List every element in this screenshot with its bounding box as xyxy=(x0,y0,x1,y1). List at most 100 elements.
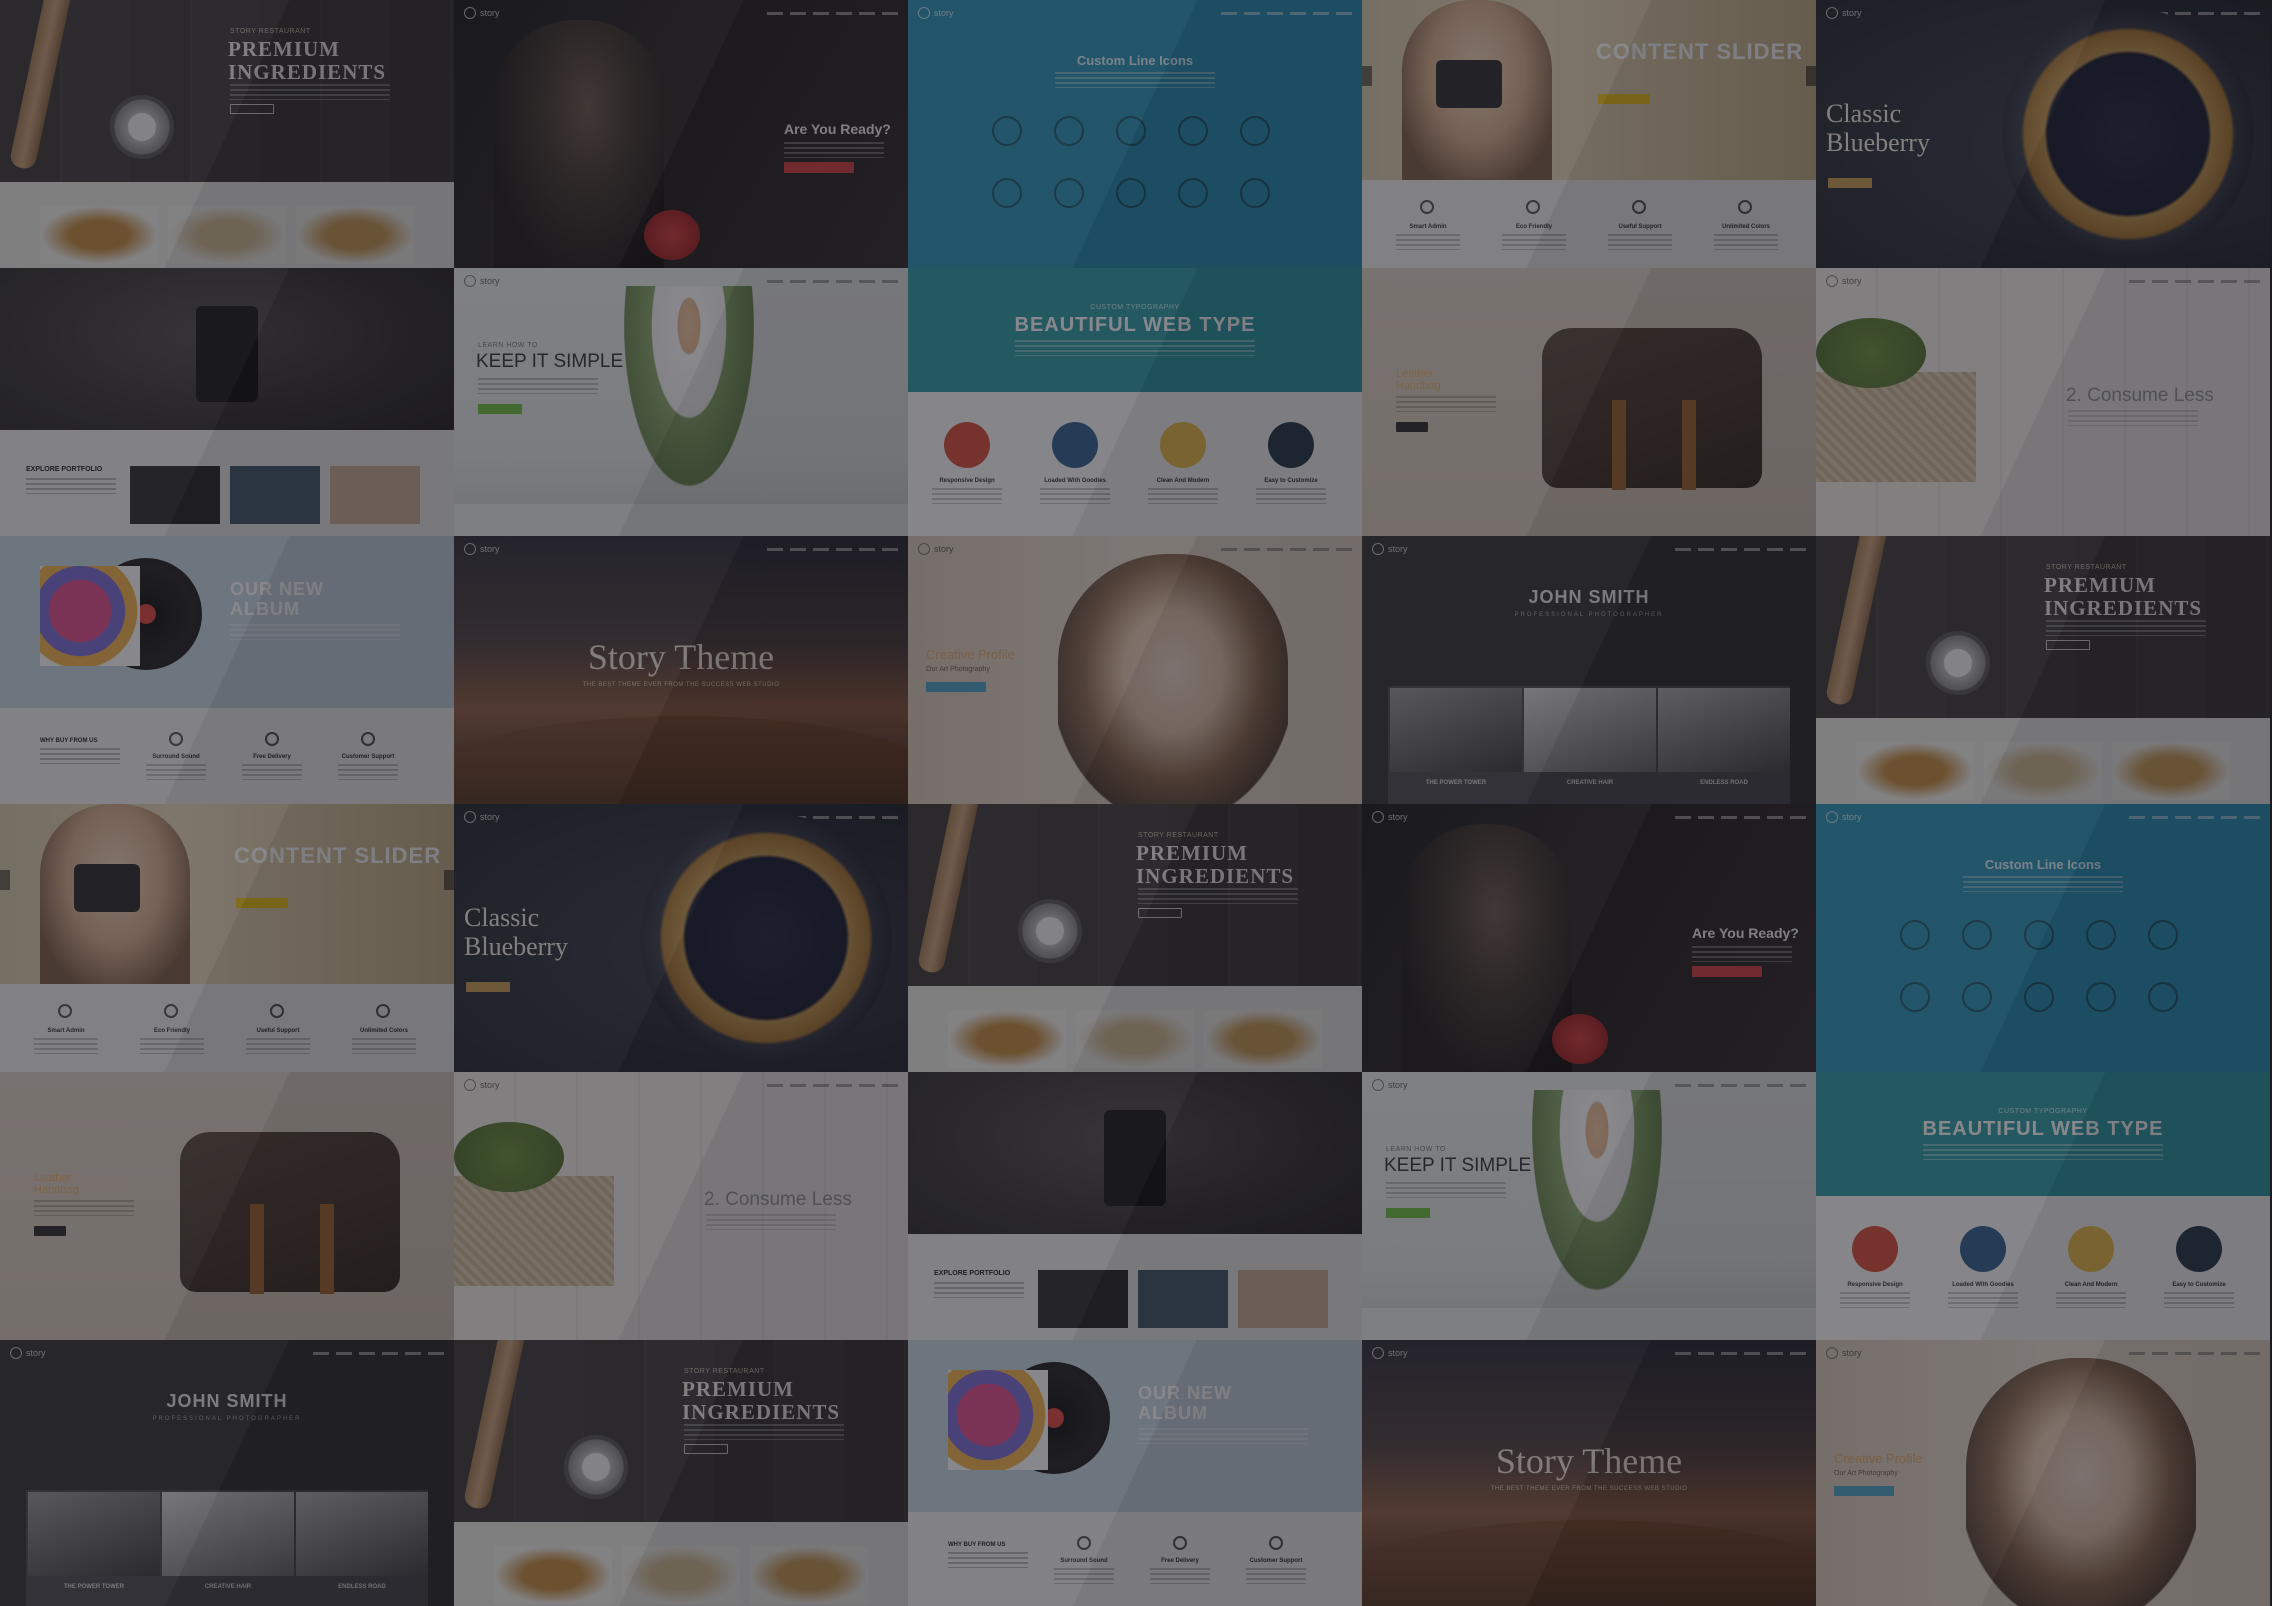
site-logo[interactable]: story xyxy=(464,543,500,555)
nav-link[interactable] xyxy=(836,11,852,15)
nav-link[interactable] xyxy=(1721,1083,1737,1087)
theme-preview-tile[interactable]: story Classic Blueberry xyxy=(1816,0,2270,268)
nav-link[interactable] xyxy=(2152,1351,2168,1355)
nav-link[interactable] xyxy=(2129,815,2145,819)
nav-link[interactable] xyxy=(2198,1351,2214,1355)
nav-link[interactable] xyxy=(2175,11,2191,15)
food-thumb[interactable] xyxy=(2112,742,2230,800)
food-thumb[interactable] xyxy=(948,1010,1066,1068)
nav-link[interactable] xyxy=(836,815,852,819)
slider-next-icon[interactable] xyxy=(444,870,454,890)
nav-link[interactable] xyxy=(813,11,829,15)
nav-link[interactable] xyxy=(1267,547,1283,551)
nav-link[interactable] xyxy=(1790,815,1806,819)
nav-link[interactable] xyxy=(1313,11,1329,15)
slider-prev-icon[interactable] xyxy=(0,870,10,890)
nav-link[interactable] xyxy=(359,1351,375,1355)
nav-link[interactable] xyxy=(790,1083,806,1087)
food-thumb[interactable] xyxy=(1076,1010,1194,1068)
globe-icon[interactable] xyxy=(1962,920,1992,950)
cloud-icon[interactable] xyxy=(992,116,1022,146)
nav-link[interactable] xyxy=(836,279,852,283)
theme-preview-tile[interactable]: storyEXPLORE PORTFOLIO xyxy=(0,268,454,536)
headphones-icon[interactable] xyxy=(2086,920,2116,950)
nav-link[interactable] xyxy=(2129,279,2145,283)
portfolio-thumb[interactable] xyxy=(1138,1270,1228,1328)
theme-preview-tile[interactable]: STORY RESTAURANT PREMIUM INGREDIENTS xyxy=(454,1340,908,1606)
site-logo[interactable]: story xyxy=(1826,811,1862,823)
nav-link[interactable] xyxy=(2129,1351,2145,1355)
hero-button[interactable] xyxy=(1396,422,1428,432)
site-logo[interactable]: story xyxy=(464,275,500,287)
theme-preview-tile[interactable]: CONTENT SLIDER Smart Admin Eco Friendly Use… xyxy=(1362,0,1816,268)
gamepad-icon[interactable] xyxy=(2024,920,2054,950)
nav-link[interactable] xyxy=(1790,1083,1806,1087)
nav-link[interactable] xyxy=(882,1083,898,1087)
food-thumb[interactable] xyxy=(750,1546,868,1604)
gallery-thumb[interactable] xyxy=(1390,688,1522,772)
nav-link[interactable] xyxy=(882,815,898,819)
nav-link[interactable] xyxy=(2221,279,2237,283)
theme-preview-tile[interactable]: OUR NEW ALBUM WHY BUY FROM US Surround Soun… xyxy=(0,536,454,804)
nav-link[interactable] xyxy=(813,1083,829,1087)
headphones-icon[interactable] xyxy=(1178,116,1208,146)
theme-preview-tile[interactable]: story Are You Ready? xyxy=(454,0,908,268)
hero-button[interactable] xyxy=(478,404,522,414)
site-logo[interactable]: story xyxy=(464,1079,500,1091)
gallery-thumb[interactable] xyxy=(28,1492,160,1576)
site-logo[interactable]: story xyxy=(1372,1347,1408,1359)
nav-link[interactable] xyxy=(1790,547,1806,551)
nav-link[interactable] xyxy=(1744,815,1760,819)
nav-link[interactable] xyxy=(2152,279,2168,283)
nav-link[interactable] xyxy=(790,547,806,551)
site-logo[interactable]: story xyxy=(1826,7,1862,19)
speaker-icon[interactable] xyxy=(2086,982,2116,1012)
nav-link[interactable] xyxy=(836,547,852,551)
theme-preview-tile[interactable]: story LEARN HOW TO KEEP IT SIMPLE xyxy=(454,268,908,536)
theme-preview-tile[interactable]: story JOHN SMITH PROFESSIONAL PHOTOGRAPHER… xyxy=(1362,536,1816,804)
theme-preview-tile[interactable]: story 2. Consume Less xyxy=(1816,268,2270,536)
nav-link[interactable] xyxy=(382,1351,398,1355)
hero-button[interactable] xyxy=(230,104,274,114)
theme-preview-tile[interactable]: story Custom Line Icons xyxy=(908,0,1362,268)
portfolio-thumb[interactable] xyxy=(230,466,320,524)
theme-preview-tile[interactable]: story Story Theme THE BEST THEME EVER FROM… xyxy=(1362,1340,1816,1606)
nav-link[interactable] xyxy=(1721,815,1737,819)
gallery-thumb[interactable] xyxy=(296,1492,428,1576)
nav-link[interactable] xyxy=(2198,279,2214,283)
portfolio-thumb[interactable] xyxy=(1038,1270,1128,1328)
hero-button[interactable] xyxy=(684,1444,728,1454)
nav-link[interactable] xyxy=(2198,11,2214,15)
nav-link[interactable] xyxy=(859,815,875,819)
nav-link[interactable] xyxy=(1767,1351,1783,1355)
nav-link[interactable] xyxy=(813,815,829,819)
plane-icon[interactable] xyxy=(2148,982,2178,1012)
site-logo[interactable]: story xyxy=(1826,1347,1862,1359)
gamepad-icon[interactable] xyxy=(1116,116,1146,146)
theme-preview-tile[interactable]: STORY RESTAURANT PREMIUM INGREDIENTS xyxy=(0,0,454,268)
hero-button[interactable] xyxy=(1834,1486,1894,1496)
nav-link[interactable] xyxy=(2175,1351,2191,1355)
theme-preview-tile[interactable]: story Classic Blueberry xyxy=(454,804,908,1072)
theme-preview-tile[interactable]: STORY RESTAURANT PREMIUM INGREDIENTS xyxy=(908,804,1362,1072)
nav-link[interactable] xyxy=(767,11,783,15)
nav-link[interactable] xyxy=(1267,11,1283,15)
nav-link[interactable] xyxy=(2221,1351,2237,1355)
nav-link[interactable] xyxy=(1675,547,1691,551)
theme-preview-tile[interactable]: Leather Handbag xyxy=(0,1072,454,1340)
bike-icon[interactable] xyxy=(2024,982,2054,1012)
food-thumb[interactable] xyxy=(622,1546,740,1604)
nav-link[interactable] xyxy=(2244,279,2260,283)
hero-button[interactable] xyxy=(466,982,510,992)
portfolio-thumb[interactable] xyxy=(330,466,420,524)
theme-preview-tile[interactable]: OUR NEW ALBUM WHY BUY FROM US Surround Soun… xyxy=(908,1340,1362,1606)
hero-button[interactable] xyxy=(1828,178,1872,188)
plane-icon[interactable] xyxy=(1240,178,1270,208)
eggplant-icon[interactable] xyxy=(2148,920,2178,950)
site-logo[interactable]: story xyxy=(1372,543,1408,555)
theme-preview-tile[interactable]: STORY RESTAURANT PREMIUM INGREDIENTS xyxy=(1816,536,2270,804)
nav-link[interactable] xyxy=(2221,815,2237,819)
nav-link[interactable] xyxy=(1675,1351,1691,1355)
nav-link[interactable] xyxy=(1221,11,1237,15)
nav-link[interactable] xyxy=(1698,1351,1714,1355)
